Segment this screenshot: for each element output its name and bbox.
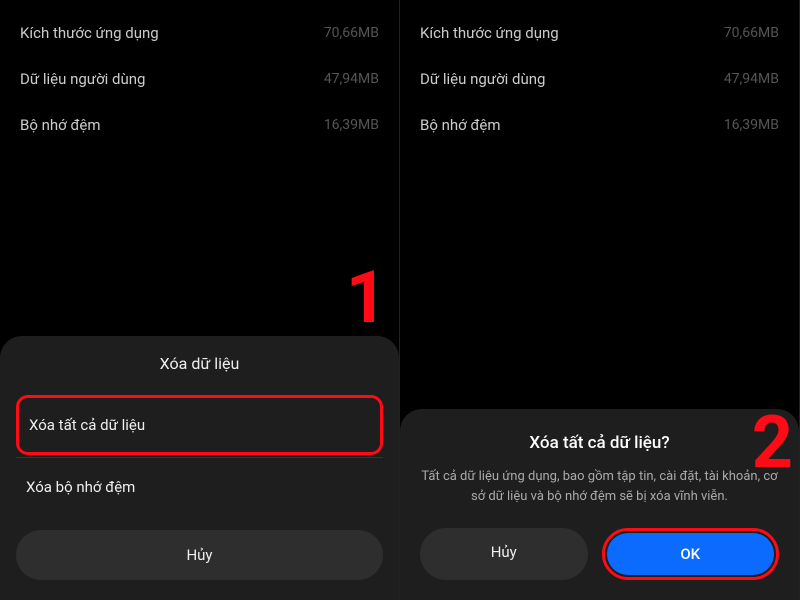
pane-step-2: Kích thước ứng dụng 70,66MB Dữ liệu ngườ… bbox=[400, 0, 800, 600]
divider bbox=[16, 457, 383, 458]
storage-list: Kích thước ứng dụng 70,66MB Dữ liệu ngườ… bbox=[0, 0, 399, 148]
dialog-cancel-button[interactable]: Hủy bbox=[420, 528, 588, 580]
storage-row: Dữ liệu người dùng 47,94MB bbox=[20, 56, 379, 102]
clear-data-sheet: Xóa dữ liệu Xóa tất cả dữ liệu Xóa bộ nh… bbox=[0, 336, 399, 600]
clear-cache-option[interactable]: Xóa bộ nhớ đệm bbox=[16, 460, 383, 514]
cache-label: Bộ nhớ đệm bbox=[420, 116, 501, 134]
cache-value: 16,39MB bbox=[724, 117, 779, 133]
sheet-title: Xóa dữ liệu bbox=[16, 354, 383, 373]
cache-value: 16,39MB bbox=[324, 117, 379, 133]
cache-label: Bộ nhớ đệm bbox=[20, 116, 101, 134]
clear-all-data-label: Xóa tất cả dữ liệu bbox=[29, 416, 145, 434]
dialog-ok-button[interactable]: OK bbox=[607, 533, 775, 575]
user-data-label: Dữ liệu người dùng bbox=[420, 70, 545, 88]
confirm-dialog: Xóa tất cả dữ liệu? Tất cả dữ liệu ứng d… bbox=[400, 409, 799, 600]
storage-row: Kích thước ứng dụng 70,66MB bbox=[420, 10, 779, 56]
app-size-value: 70,66MB bbox=[724, 25, 779, 41]
user-data-value: 47,94MB bbox=[324, 71, 379, 87]
pane-step-1: Kích thước ứng dụng 70,66MB Dữ liệu ngườ… bbox=[0, 0, 400, 600]
storage-list: Kích thước ứng dụng 70,66MB Dữ liệu ngườ… bbox=[400, 0, 799, 148]
step-1-badge: 1 bbox=[346, 255, 387, 340]
ok-highlight: OK bbox=[602, 528, 780, 580]
user-data-value: 47,94MB bbox=[724, 71, 779, 87]
app-size-label: Kích thước ứng dụng bbox=[20, 24, 159, 42]
user-data-label: Dữ liệu người dùng bbox=[20, 70, 145, 88]
app-size-label: Kích thước ứng dụng bbox=[420, 24, 559, 42]
clear-all-data-option[interactable]: Xóa tất cả dữ liệu bbox=[16, 395, 383, 455]
dialog-text: Tất cả dữ liệu ứng dụng, bao gồm tập tin… bbox=[420, 467, 779, 506]
dialog-cancel-label: Hủy bbox=[491, 543, 517, 561]
cancel-label: Hủy bbox=[186, 546, 212, 564]
clear-cache-label: Xóa bộ nhớ đệm bbox=[26, 478, 135, 496]
dialog-title: Xóa tất cả dữ liệu? bbox=[420, 433, 779, 453]
storage-row: Kích thước ứng dụng 70,66MB bbox=[20, 10, 379, 56]
dialog-ok-label: OK bbox=[680, 545, 700, 563]
storage-row: Bộ nhớ đệm 16,39MB bbox=[20, 102, 379, 148]
storage-row: Bộ nhớ đệm 16,39MB bbox=[420, 102, 779, 148]
storage-row: Dữ liệu người dùng 47,94MB bbox=[420, 56, 779, 102]
cancel-button[interactable]: Hủy bbox=[16, 530, 383, 580]
dialog-buttons: Hủy OK bbox=[420, 528, 779, 580]
app-size-value: 70,66MB bbox=[324, 25, 379, 41]
